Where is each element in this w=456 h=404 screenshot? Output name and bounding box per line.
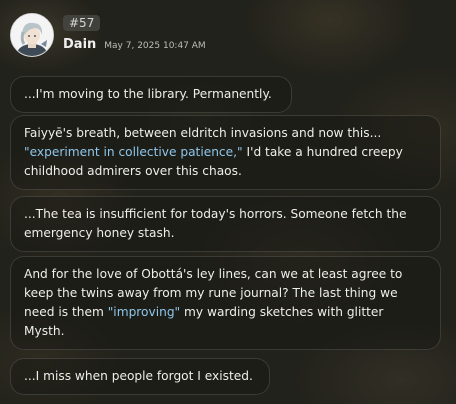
message-bubble: Faiyyē's breath, between eldritch invasi…: [10, 115, 441, 190]
avatar[interactable]: [10, 13, 54, 57]
message-text: Faiyyē's breath, between eldritch invasi…: [24, 126, 382, 140]
message-bubble: ...I'm moving to the library. Permanentl…: [10, 76, 292, 113]
message-bubble: ...The tea is insufficient for today's h…: [10, 196, 441, 252]
message-bubble: And for the love of Obottá's ley lines, …: [10, 256, 441, 350]
author-row: Dain May 7, 2025 10:47 AM: [63, 37, 206, 52]
post-header: #57 Dain May 7, 2025 10:47 AM: [10, 13, 206, 57]
highlighted-quote: "improving": [107, 305, 181, 319]
post-meta: #57 Dain May 7, 2025 10:47 AM: [63, 13, 206, 52]
message-text: ...I miss when people forgot I existed.: [24, 369, 253, 383]
highlighted-quote: "experiment in collective patience,": [24, 145, 243, 159]
author-name[interactable]: Dain: [63, 37, 96, 52]
post-number-badge: #57: [63, 15, 101, 31]
message-bubble: ...I miss when people forgot I existed.: [10, 358, 270, 395]
post-timestamp: May 7, 2025 10:47 AM: [104, 41, 206, 51]
message-text: ...I'm moving to the library. Permanentl…: [24, 87, 272, 101]
character-avatar-icon: [11, 14, 53, 56]
message-text: ...The tea is insufficient for today's h…: [24, 207, 407, 240]
